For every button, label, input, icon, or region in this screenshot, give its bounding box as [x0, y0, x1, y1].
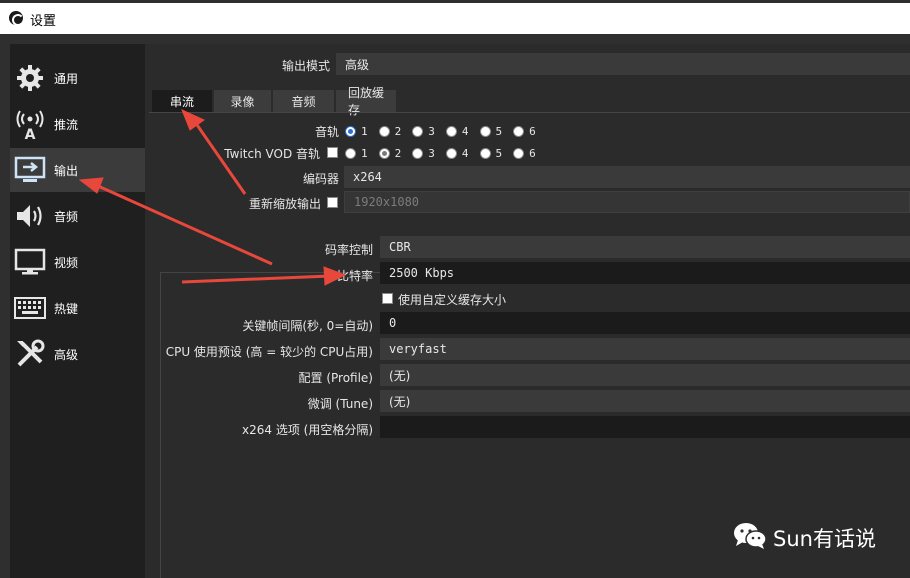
sidebar-item-video[interactable]: 视频	[10, 240, 145, 284]
output-settings-panel: 输出模式 高级 串流 录像 音频 回放缓存 音轨 1 2 3 4 5 6 Twi…	[145, 44, 910, 578]
twitch-vod-label: Twitch VOD 音轨	[224, 147, 320, 161]
settings-body: 通用 A 推流 输出 音频 视频 热键 高级 输出模式 高级 串流 录像 音频 …	[0, 34, 910, 578]
sidebar-item-label: 热键	[54, 301, 79, 316]
rescale-resolution-select[interactable]: 1920x1080	[344, 191, 910, 213]
encoder-label: 编码器	[302, 172, 339, 186]
twitch-vod-radio-group: 1 2 3 4 5 6	[345, 145, 547, 161]
encoder-select[interactable]: x264	[344, 166, 910, 188]
bitrate-label: 比特率	[336, 269, 373, 283]
output-mode-label: 输出模式	[281, 59, 330, 73]
twitch-vod-radio-6[interactable]	[513, 147, 525, 159]
output-mode-select[interactable]: 高级	[336, 53, 910, 75]
cpu-preset-select[interactable]: veryfast	[380, 338, 910, 360]
speaker-icon	[13, 199, 47, 233]
sidebar-item-label: 音频	[54, 209, 79, 224]
sidebar-item-label: 通用	[54, 71, 79, 86]
sidebar-item-output[interactable]: 输出	[10, 148, 145, 192]
rate-control-label: 码率控制	[324, 243, 373, 257]
sidebar-item-stream[interactable]: A 推流	[10, 102, 145, 146]
profile-label: 配置 (Profile)	[298, 371, 374, 385]
tune-select[interactable]: (无)	[380, 390, 910, 412]
audio-track-radio-4[interactable]	[445, 125, 457, 137]
custom-buffer-label: 使用自定义缓存大小	[398, 293, 507, 307]
tools-icon	[13, 337, 47, 371]
audio-track-radio-group: 1 2 3 4 5 6	[345, 123, 547, 139]
keyboard-icon	[13, 291, 47, 325]
x264-options-input[interactable]	[380, 416, 910, 438]
tune-label: 微调 (Tune)	[307, 397, 373, 411]
audio-track-radio-1[interactable]	[345, 125, 356, 137]
twitch-vod-radio-4[interactable]	[445, 147, 457, 159]
sidebar-item-label: 推流	[54, 117, 79, 132]
rate-control-select[interactable]: CBR	[380, 236, 910, 258]
sidebar-item-label: 视频	[54, 255, 79, 270]
twitch-vod-checkbox[interactable]	[327, 147, 338, 158]
sidebar-item-label: 高级	[54, 347, 79, 362]
wechat-icon	[733, 522, 767, 553]
gear-icon	[13, 61, 47, 95]
rescale-output-label: 重新缩放输出	[248, 197, 321, 211]
sidebar: 通用 A 推流 输出 音频 视频 热键 高级	[10, 44, 145, 578]
profile-select[interactable]: (无)	[380, 364, 910, 386]
sidebar-item-advanced[interactable]: 高级	[10, 332, 145, 376]
tab-recording[interactable]: 录像	[214, 90, 271, 112]
tab-audio[interactable]: 音频	[273, 90, 334, 112]
title-bar: 设置	[0, 0, 910, 34]
monitor-icon	[13, 245, 47, 279]
keyframe-interval-input[interactable]: 0	[380, 312, 910, 334]
twitch-vod-radio-1[interactable]	[345, 147, 356, 159]
rescale-output-checkbox[interactable]	[327, 197, 338, 208]
audio-track-radio-3[interactable]	[412, 125, 424, 137]
obs-logo-icon	[9, 11, 24, 26]
window-title: 设置	[30, 14, 57, 29]
twitch-vod-radio-5[interactable]	[479, 147, 491, 159]
keyframe-interval-label: 关键帧间隔(秒, 0=自动)	[242, 319, 373, 333]
wechat-watermark: Sun有话说	[733, 522, 876, 553]
sidebar-item-hotkeys[interactable]: 热键	[10, 286, 145, 330]
x264-options-label: x264 选项 (用空格分隔)	[242, 423, 373, 437]
svg-text:A: A	[25, 127, 36, 140]
custom-buffer-checkbox[interactable]	[382, 293, 393, 304]
cpu-preset-label: CPU 使用预设 (高 = 较少的 CPU占用)	[165, 345, 373, 359]
tab-streaming[interactable]: 串流	[152, 90, 212, 112]
sidebar-item-general[interactable]: 通用	[10, 56, 145, 100]
audio-track-radio-6[interactable]	[513, 125, 525, 137]
twitch-vod-radio-2[interactable]	[378, 147, 390, 159]
sidebar-item-audio[interactable]: 音频	[10, 194, 145, 238]
output-tabs: 串流 录像 音频 回放缓存	[152, 86, 396, 117]
sidebar-item-label: 输出	[54, 163, 79, 178]
audio-track-radio-2[interactable]	[378, 125, 390, 137]
broadcast-icon: A	[13, 107, 47, 141]
audio-track-radio-5[interactable]	[479, 125, 491, 137]
twitch-vod-radio-3[interactable]	[412, 147, 424, 159]
watermark-text: Sun有话说	[773, 526, 876, 551]
audio-track-label: 音轨	[314, 125, 339, 139]
tab-replay-buffer[interactable]: 回放缓存	[336, 86, 396, 117]
output-monitor-icon	[13, 153, 47, 187]
bitrate-input[interactable]: 2500 Kbps	[380, 262, 910, 284]
